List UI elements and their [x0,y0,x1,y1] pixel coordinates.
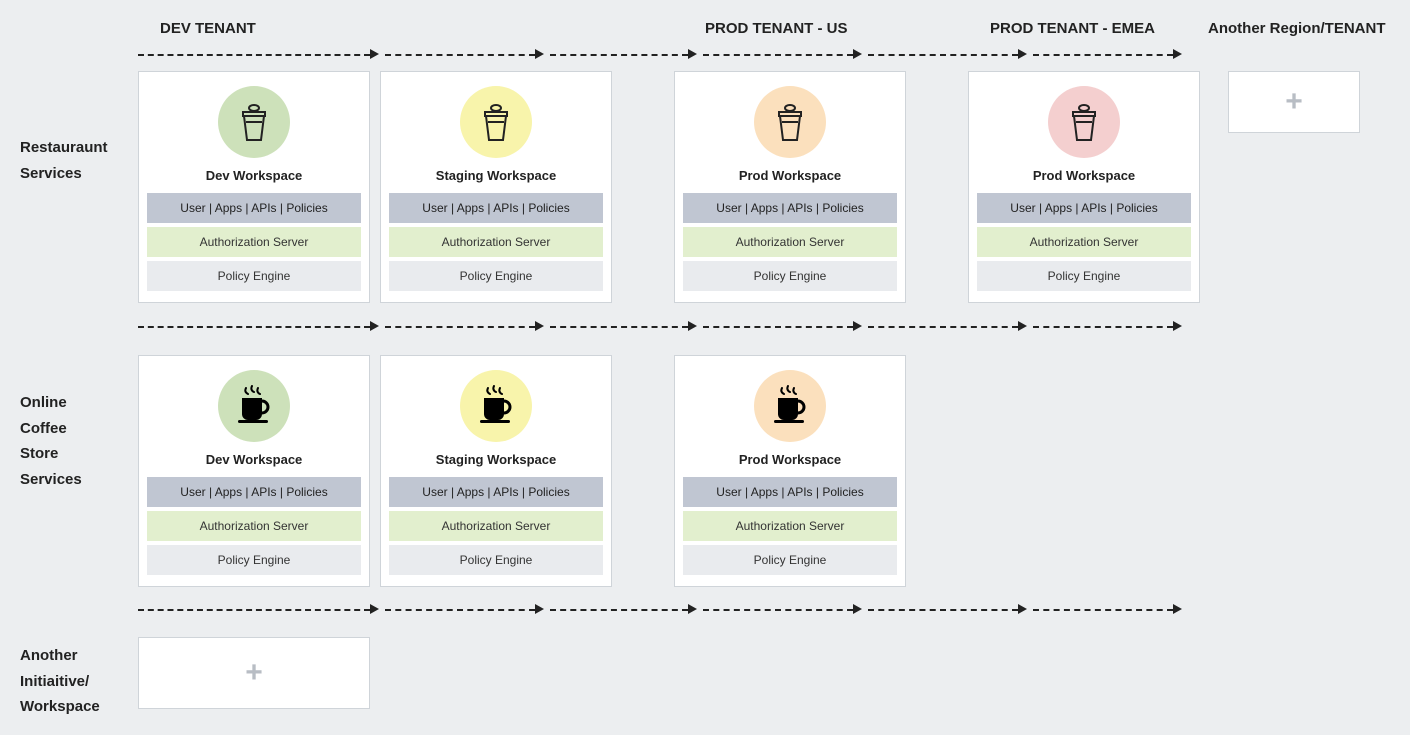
card-row-policy: Policy Engine [147,545,361,575]
arrow-head-icon [853,49,862,59]
card-row-auth: Authorization Server [977,227,1191,257]
cup-icon [460,86,532,158]
card-coffee-dev: Dev Workspace User | Apps | APIs | Polic… [138,355,370,587]
card-title: Staging Workspace [389,452,603,467]
card-restaurant-prod-us: Prod Workspace User | Apps | APIs | Poli… [674,71,906,303]
arrow-head-icon [1173,604,1182,614]
arrow-head-icon [535,49,544,59]
row-label-coffee: Online Coffee Store Services [20,390,82,492]
card-row-tags: User | Apps | APIs | Policies [147,477,361,507]
card-row-auth: Authorization Server [389,227,603,257]
arrow [1033,326,1173,328]
arrow-head-icon [370,49,379,59]
cup-icon [1048,86,1120,158]
card-row-policy: Policy Engine [977,261,1191,291]
arrow [868,54,1018,56]
card-title: Prod Workspace [683,168,897,183]
arrow [550,54,688,56]
cup-icon [754,86,826,158]
card-row-auth: Authorization Server [147,227,361,257]
arrow [550,609,688,611]
diagram-canvas: DEV TENANT PROD TENANT - US PROD TENANT … [0,0,1410,735]
card-title: Prod Workspace [977,168,1191,183]
cup-icon [218,86,290,158]
col-header-prod-emea: PROD TENANT - EMEA [990,20,1155,37]
mug-icon [218,370,290,442]
card-row-policy: Policy Engine [147,261,361,291]
card-title: Staging Workspace [389,168,603,183]
arrow [703,326,853,328]
arrow [385,54,535,56]
plus-icon: + [245,656,263,690]
card-coffee-staging: Staging Workspace User | Apps | APIs | P… [380,355,612,587]
arrow [703,54,853,56]
add-workspace-button[interactable]: + [138,637,370,709]
arrow-head-icon [1018,321,1027,331]
card-row-tags: User | Apps | APIs | Policies [977,193,1191,223]
arrow-head-icon [688,49,697,59]
arrow-head-icon [1018,604,1027,614]
mug-icon [754,370,826,442]
card-row-tags: User | Apps | APIs | Policies [683,477,897,507]
mug-icon [460,370,532,442]
card-row-auth: Authorization Server [389,511,603,541]
card-row-auth: Authorization Server [147,511,361,541]
arrow-head-icon [370,604,379,614]
card-row-auth: Authorization Server [683,227,897,257]
card-title: Dev Workspace [147,452,361,467]
col-header-dev: DEV TENANT [160,20,256,37]
arrow [868,609,1018,611]
card-row-tags: User | Apps | APIs | Policies [389,193,603,223]
arrow [385,609,535,611]
arrow [138,609,370,611]
card-row-tags: User | Apps | APIs | Policies [389,477,603,507]
arrow-head-icon [1018,49,1027,59]
plus-icon: + [1285,85,1303,119]
row-label-restaurant: Restauraunt Services [20,135,108,186]
card-row-auth: Authorization Server [683,511,897,541]
arrow [138,54,370,56]
arrow [1033,609,1173,611]
card-row-tags: User | Apps | APIs | Policies [147,193,361,223]
card-restaurant-staging: Staging Workspace User | Apps | APIs | P… [380,71,612,303]
arrow [703,609,853,611]
arrow-head-icon [853,321,862,331]
card-row-policy: Policy Engine [389,261,603,291]
arrow-head-icon [1173,49,1182,59]
add-tenant-button[interactable]: + [1228,71,1360,133]
card-title: Prod Workspace [683,452,897,467]
arrow [1033,54,1173,56]
card-row-tags: User | Apps | APIs | Policies [683,193,897,223]
arrow-head-icon [370,321,379,331]
arrow-head-icon [535,321,544,331]
card-row-policy: Policy Engine [683,545,897,575]
arrow-head-icon [853,604,862,614]
arrow-head-icon [688,321,697,331]
arrow-head-icon [688,604,697,614]
card-restaurant-dev: Dev Workspace User | Apps | APIs | Polic… [138,71,370,303]
card-title: Dev Workspace [147,168,361,183]
arrow [868,326,1018,328]
arrow-head-icon [535,604,544,614]
card-restaurant-prod-emea: Prod Workspace User | Apps | APIs | Poli… [968,71,1200,303]
arrow [138,326,370,328]
arrow [550,326,688,328]
card-row-policy: Policy Engine [683,261,897,291]
arrow-head-icon [1173,321,1182,331]
row-label-another: Another Initiaitive/ Workspace [20,643,100,720]
card-row-policy: Policy Engine [389,545,603,575]
arrow [385,326,535,328]
col-header-prod-us: PROD TENANT - US [705,20,848,37]
col-header-another: Another Region/TENANT [1208,20,1386,37]
card-coffee-prod-us: Prod Workspace User | Apps | APIs | Poli… [674,355,906,587]
